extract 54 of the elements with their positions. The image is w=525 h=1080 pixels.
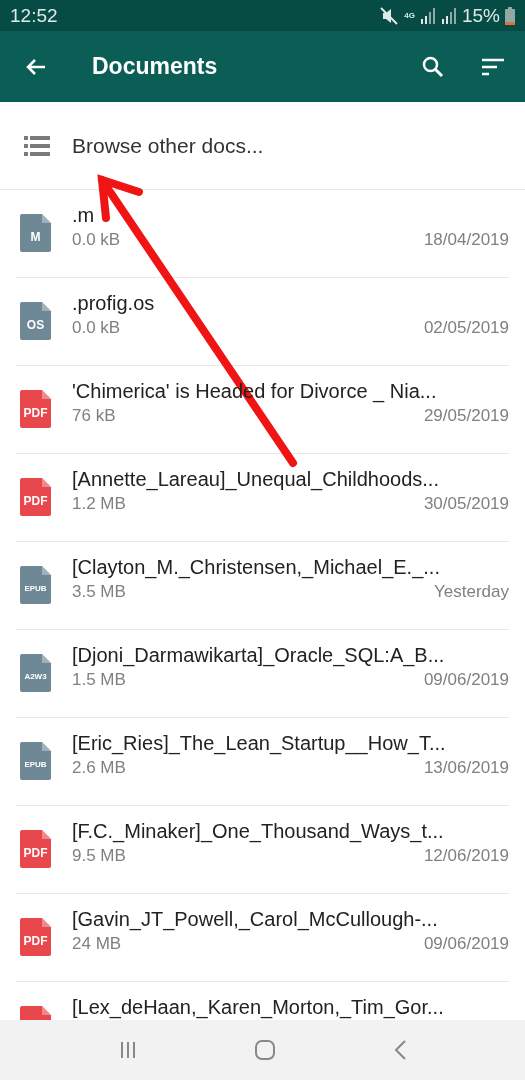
signal-icon <box>419 7 436 24</box>
file-size: 0.0 kB <box>72 230 121 250</box>
file-row[interactable]: PDF [Annette_Lareau]_Unequal_Childhoods... 1.2 MB 30/05/2019 <box>16 454 509 542</box>
file-icon: PDF <box>20 478 51 516</box>
file-size: 1.2 MB <box>72 494 126 514</box>
file-name: [Djoni_Darmawikarta]_Oracle_SQL:A_B... <box>72 644 445 667</box>
file-row[interactable]: A2W3 [Djoni_Darmawikarta]_Oracle_SQL:A_B... 1.5 MB 09/06/2019 <box>16 630 509 718</box>
file-size: 1.5 MB <box>72 670 126 690</box>
file-row[interactable]: PDF [F.C._Minaker]_One_Thousand_Ways_t... 9.5 MB 12/06/2019 <box>16 806 509 894</box>
battery-level: 15% <box>461 4 500 27</box>
file-icon: EPUB <box>20 566 51 604</box>
file-name: .profig.os <box>72 292 155 315</box>
signal-icon <box>440 7 457 24</box>
file-icon: EPUB <box>20 742 51 780</box>
screen-title: Documents <box>92 53 219 80</box>
file-row[interactable]: M .m 0.0 kB 18/04/2019 <box>16 190 509 278</box>
browse-row[interactable]: Browse other docs... <box>0 102 525 190</box>
file-name: [Annette_Lareau]_Unequal_Childhoods... <box>72 468 439 491</box>
file-date: 29/05/2019 <box>423 406 509 426</box>
file-size: 3.5 MB <box>72 582 126 602</box>
file-name: [Clayton_M._Christensen,_Michael_E._... <box>72 556 440 579</box>
file-row[interactable]: OS .profig.os 0.0 kB 02/05/2019 <box>16 278 509 366</box>
file-icon: M <box>20 214 51 252</box>
file-size: 2.6 MB <box>72 758 126 778</box>
file-date: 09/06/2019 <box>423 934 509 954</box>
file-icon: A2W3 <box>20 654 51 692</box>
file-date: Yesterday <box>434 582 509 602</box>
status-time: 12:52 <box>10 4 59 27</box>
file-date: 30/05/2019 <box>423 494 509 514</box>
file-icon: PDF <box>20 830 51 868</box>
file-name: [Gavin_JT_Powell,_Carol_McCullough-... <box>72 908 438 931</box>
file-size: 76 kB <box>72 406 116 426</box>
file-name: .m <box>72 204 95 227</box>
file-date: 09/06/2019 <box>423 670 509 690</box>
file-icon: PDF <box>20 390 51 428</box>
file-name: [F.C._Minaker]_One_Thousand_Ways_t... <box>72 820 444 843</box>
file-size: 0.0 kB <box>72 318 121 338</box>
file-date: 18/04/2019 <box>423 230 509 250</box>
file-date: 02/05/2019 <box>423 318 509 338</box>
list-icon <box>24 134 50 157</box>
file-date: 13/06/2019 <box>423 758 509 778</box>
file-icon: PDF <box>20 918 51 956</box>
mute-icon <box>379 6 400 25</box>
file-row[interactable]: PDF [Gavin_JT_Powell,_Carol_McCullough-... 24 MB 09/06/2019 <box>16 894 509 982</box>
file-name: [Eric_Ries]_The_Lean_Startup__How_T... <box>72 732 446 755</box>
file-size: 24 MB <box>72 934 122 954</box>
battery-icon <box>505 6 515 25</box>
file-icon: OS <box>20 302 51 340</box>
file-row[interactable]: EPUB [Clayton_M._Christensen,_Michael_E._... 3.5 MB Yesterday <box>16 542 509 630</box>
file-row[interactable]: EPUB [Eric_Ries]_The_Lean_Startup__How_T... 2.6 MB 13/06/2019 <box>16 718 509 806</box>
file-date: 12/06/2019 <box>423 846 509 866</box>
file-name: [Lex_deHaan,_Karen_Morton,_Tim_Gor... <box>72 996 444 1019</box>
network-type: 4G <box>404 11 415 20</box>
file-size: 9.5 MB <box>72 846 126 866</box>
